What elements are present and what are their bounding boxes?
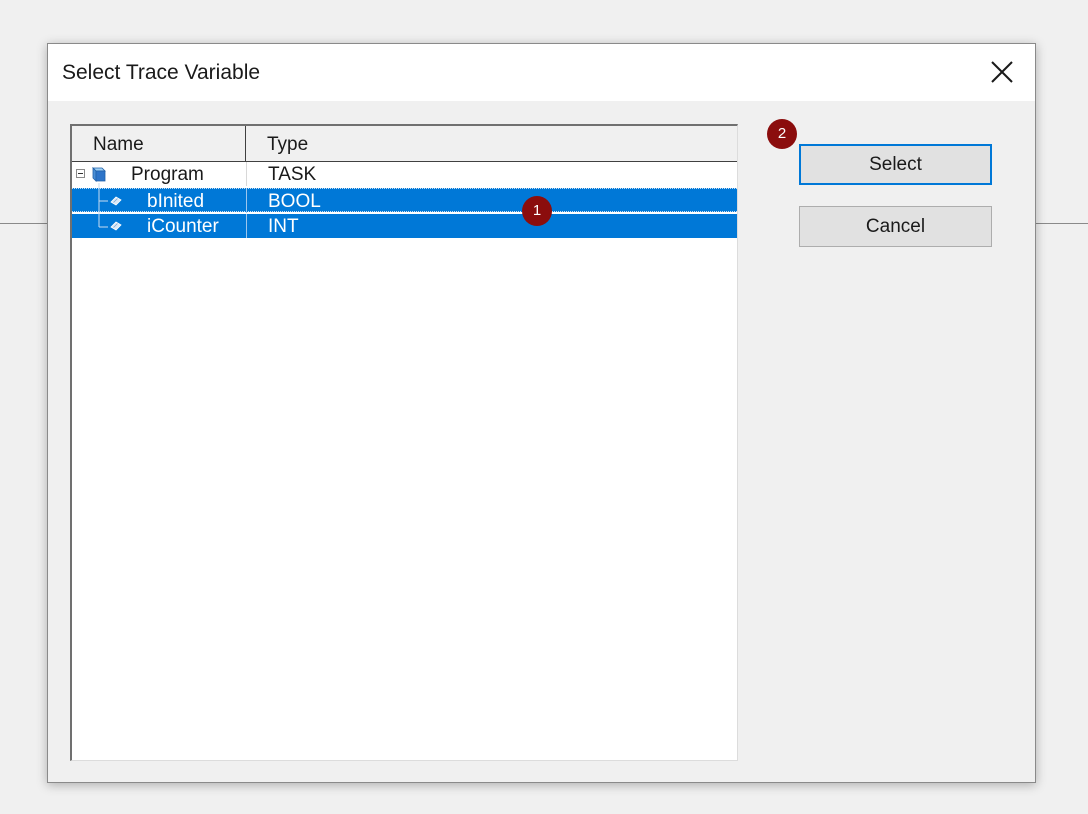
tree-cell-name: bInited [72, 189, 246, 213]
annotation-badge-1: 1 [522, 196, 552, 226]
column-header-name[interactable]: Name [72, 126, 246, 161]
tree-row-label: Program [131, 164, 204, 185]
tree-cell-type: INT [246, 214, 737, 238]
variable-icon [110, 196, 122, 206]
close-icon [991, 61, 1013, 83]
cancel-button[interactable]: Cancel [799, 206, 992, 247]
tree-row-program[interactable]: Program TASK [72, 162, 737, 186]
variable-icon [110, 221, 122, 231]
collapse-icon[interactable] [76, 169, 86, 179]
background-divider-right [1035, 223, 1088, 224]
annotation-badge-2: 2 [767, 119, 797, 149]
tree-row-label: bInited [147, 191, 205, 212]
background-divider-left [0, 223, 48, 224]
tree-cell-type: TASK [246, 162, 737, 186]
select-trace-variable-dialog: Select Trace Variable Name Type Program … [47, 43, 1036, 783]
tree-row-icounter[interactable]: iCounter INT [72, 214, 737, 238]
variable-tree-list[interactable]: Name Type Program TASK bInited BOOL iCou… [70, 124, 738, 761]
title-bar: Select Trace Variable [48, 44, 1035, 101]
tree-row-label: iCounter [147, 216, 219, 237]
tree-cell-name: iCounter [72, 214, 246, 238]
column-header-type[interactable]: Type [246, 126, 737, 161]
tree-cell-type: BOOL [246, 189, 737, 213]
task-cube-icon [92, 167, 106, 182]
tree-row-binited[interactable]: bInited BOOL [72, 188, 737, 213]
select-button[interactable]: Select [799, 144, 992, 185]
dialog-title: Select Trace Variable [62, 61, 261, 84]
tree-cell-name: Program [72, 162, 246, 186]
list-header: Name Type [72, 126, 737, 162]
close-button[interactable] [984, 56, 1020, 88]
